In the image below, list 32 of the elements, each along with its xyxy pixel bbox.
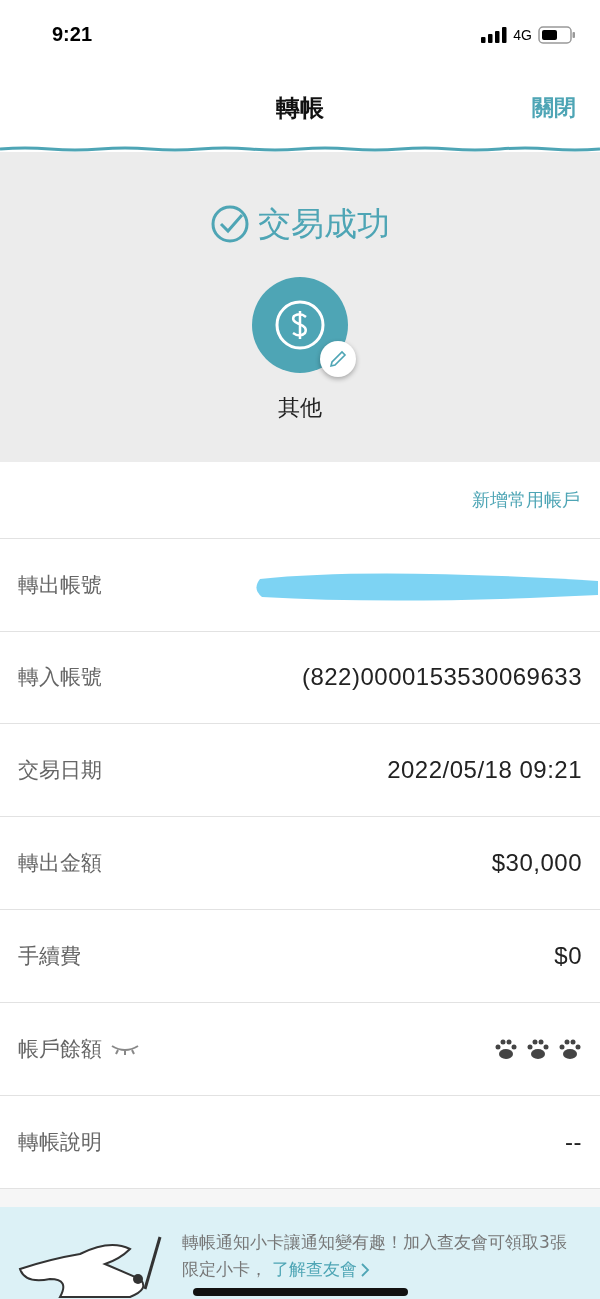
- row-value: (822)0000153530069633: [301, 663, 582, 692]
- row-value: 2022/05/18 09:21: [387, 756, 582, 785]
- closed-eye-icon[interactable]: [110, 1042, 140, 1057]
- paw-icon: [558, 1038, 582, 1061]
- network-label: 4G: [513, 26, 532, 43]
- battery-icon: [538, 25, 576, 44]
- learn-more-link[interactable]: 了解查友會: [272, 1256, 371, 1284]
- row-value: $0: [554, 942, 582, 971]
- chevron-right-icon: [361, 1262, 371, 1277]
- row-label: 轉帳說明: [18, 1129, 102, 1157]
- row-value: $30,000: [491, 849, 582, 878]
- status-text: 交易成功: [258, 202, 390, 245]
- dollar-icon: [274, 298, 326, 351]
- add-account-link[interactable]: 新增常用帳戶: [472, 487, 580, 512]
- pencil-icon: [328, 348, 348, 369]
- page-title: 轉帳: [276, 92, 324, 124]
- row-label: 轉出帳號: [18, 571, 102, 599]
- close-button[interactable]: 關閉: [532, 92, 576, 123]
- row-label: 轉出金額: [18, 850, 102, 878]
- status-time: 9:21: [52, 23, 93, 47]
- promo-text: 轉帳通知小卡讓通知變有趣！加入查友會可領取3張限定小卡， 了解查友會: [182, 1229, 582, 1284]
- signal-icon: [481, 26, 508, 43]
- paw-icon: [494, 1038, 518, 1061]
- row-value: --: [565, 1128, 582, 1157]
- row-label: 帳戶餘額: [18, 1036, 102, 1064]
- row-label: 交易日期: [18, 757, 102, 785]
- paw-icon: [526, 1038, 550, 1061]
- row-label: 手續費: [18, 943, 81, 971]
- category-label: 其他: [278, 393, 322, 422]
- edit-button[interactable]: [320, 340, 356, 377]
- row-label: 轉入帳號: [18, 664, 102, 692]
- check-circle-icon: [210, 204, 250, 245]
